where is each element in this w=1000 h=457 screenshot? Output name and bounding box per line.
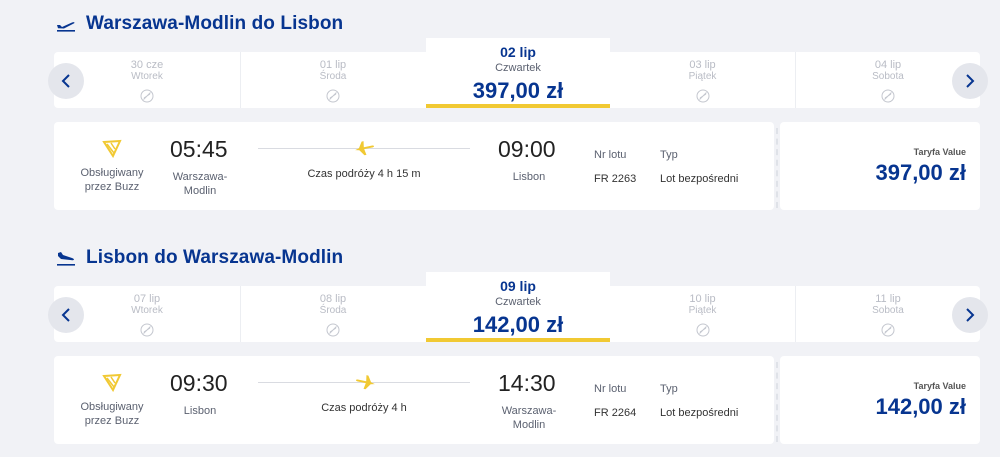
flight-number-label: Nr lotu: [594, 383, 627, 395]
weekday-label: Środa: [319, 305, 347, 316]
date-price: 142,00 zł: [472, 312, 564, 337]
departure-city: Lisbon: [183, 405, 217, 417]
fare-label: Taryfa Value: [913, 381, 966, 391]
return-date-carousel: 07 lip Wtorek 08 lip Środa 09 lip Czwart…: [48, 272, 988, 342]
departure-time: 09:30: [170, 370, 228, 396]
flight-type: Lot bezpośredni: [660, 407, 739, 419]
arrival-city: Warszawa-Modlin: [501, 405, 557, 431]
date-label: 02 lip: [500, 44, 536, 60]
date-option-selected[interactable]: 09 lip Czwartek 142,00 zł: [426, 272, 610, 342]
return-fare-box[interactable]: Taryfa Value 142,00 zł: [780, 356, 980, 444]
ryanair-harp-logo-icon: [102, 373, 122, 392]
no-flight-icon: [140, 323, 154, 337]
flight-type-label: Typ: [660, 383, 678, 395]
flight-duration: Czas podróży 4 h: [321, 402, 407, 414]
date-option[interactable]: 10 lip Piątek: [610, 286, 795, 342]
date-option[interactable]: 01 lip Środa: [240, 52, 425, 108]
chevron-right-icon: [966, 308, 975, 322]
no-flight-icon: [696, 323, 709, 337]
date-option[interactable]: 08 lip Środa: [240, 286, 425, 342]
flight-duration: Czas podróży 4 h 15 m: [307, 168, 421, 180]
plane-takeoff-icon: [57, 22, 75, 32]
departure-city: Warszawa-Modlin: [172, 171, 228, 197]
weekday-label: Sobota: [872, 305, 904, 316]
weekday-label: Piątek: [688, 305, 717, 316]
card-divider: [776, 362, 778, 442]
next-dates-button[interactable]: [952, 297, 988, 333]
prev-dates-button[interactable]: [48, 63, 84, 99]
card-divider: [776, 128, 778, 208]
date-label: 09 lip: [500, 278, 536, 294]
flight-type-label: Typ: [660, 149, 678, 161]
chevron-left-icon: [61, 308, 70, 322]
ryanair-harp-logo-icon: [102, 139, 122, 158]
weekday-label: Wtorek: [131, 305, 163, 316]
plane-icon: [355, 375, 375, 390]
return-flight-card[interactable]: Obsługiwany przez Buzz 09:30 Lisbon Czas…: [54, 356, 774, 444]
weekday-label: Czwartek: [495, 296, 541, 308]
fare-label: Taryfa Value: [913, 147, 966, 157]
outbound-fare-box[interactable]: Taryfa Value 397,00 zł: [780, 122, 980, 210]
arrival-city: Lisbon: [512, 171, 546, 183]
prev-dates-button[interactable]: [48, 297, 84, 333]
no-flight-icon: [326, 89, 340, 103]
outbound-date-carousel: 30 cze Wtorek 01 lip Środa 02 lip Czwart…: [48, 38, 988, 108]
chevron-left-icon: [61, 74, 70, 88]
return-heading: Lisbon do Warszawa-Modlin: [56, 246, 343, 270]
plane-icon: [355, 141, 375, 156]
outbound-heading: Warszawa-Modlin do Lisbon: [56, 12, 343, 36]
no-flight-icon: [881, 323, 895, 337]
fare-price: 142,00 zł: [875, 394, 966, 419]
outbound-flight-card[interactable]: Obsługiwany przez Buzz 05:45 Warszawa-Mo…: [54, 122, 774, 210]
date-label: 04 lip: [874, 59, 902, 71]
operated-by-label: Obsługiwany przez Buzz: [80, 167, 144, 193]
no-flight-icon: [326, 323, 340, 337]
date-label: 30 cze: [130, 59, 164, 71]
flight-number-label: Nr lotu: [594, 149, 627, 161]
outbound-title: Warszawa-Modlin do Lisbon: [86, 13, 344, 34]
operated-by-label: Obsługiwany przez Buzz: [80, 401, 144, 427]
return-title: Lisbon do Warszawa-Modlin: [86, 247, 344, 268]
flight-number: FR 2264: [594, 407, 637, 419]
next-dates-button[interactable]: [952, 63, 988, 99]
fare-price: 397,00 zł: [875, 160, 966, 185]
date-label: 08 lip: [319, 293, 347, 305]
date-option[interactable]: 03 lip Piątek: [610, 52, 795, 108]
arrival-time: 14:30: [498, 370, 556, 396]
no-flight-icon: [881, 89, 895, 103]
weekday-label: Środa: [319, 71, 347, 82]
weekday-label: Piątek: [688, 71, 717, 82]
weekday-label: Wtorek: [131, 71, 163, 82]
chevron-right-icon: [966, 74, 975, 88]
weekday-label: Sobota: [872, 71, 904, 82]
no-flight-icon: [696, 89, 709, 103]
date-label: 03 lip: [689, 59, 716, 71]
arrival-time: 09:00: [498, 136, 556, 162]
plane-landing-icon: [57, 252, 75, 266]
date-label: 11 lip: [875, 293, 901, 305]
date-label: 10 lip: [689, 293, 716, 305]
date-price: 397,00 zł: [472, 78, 564, 103]
date-label: 01 lip: [319, 59, 347, 71]
departure-time: 05:45: [170, 136, 228, 162]
date-option-selected[interactable]: 02 lip Czwartek 397,00 zł: [426, 38, 610, 108]
date-label: 07 lip: [133, 293, 161, 305]
flight-number: FR 2263: [594, 173, 637, 185]
weekday-label: Czwartek: [495, 62, 541, 74]
no-flight-icon: [140, 89, 154, 103]
flight-type: Lot bezpośredni: [660, 173, 739, 185]
